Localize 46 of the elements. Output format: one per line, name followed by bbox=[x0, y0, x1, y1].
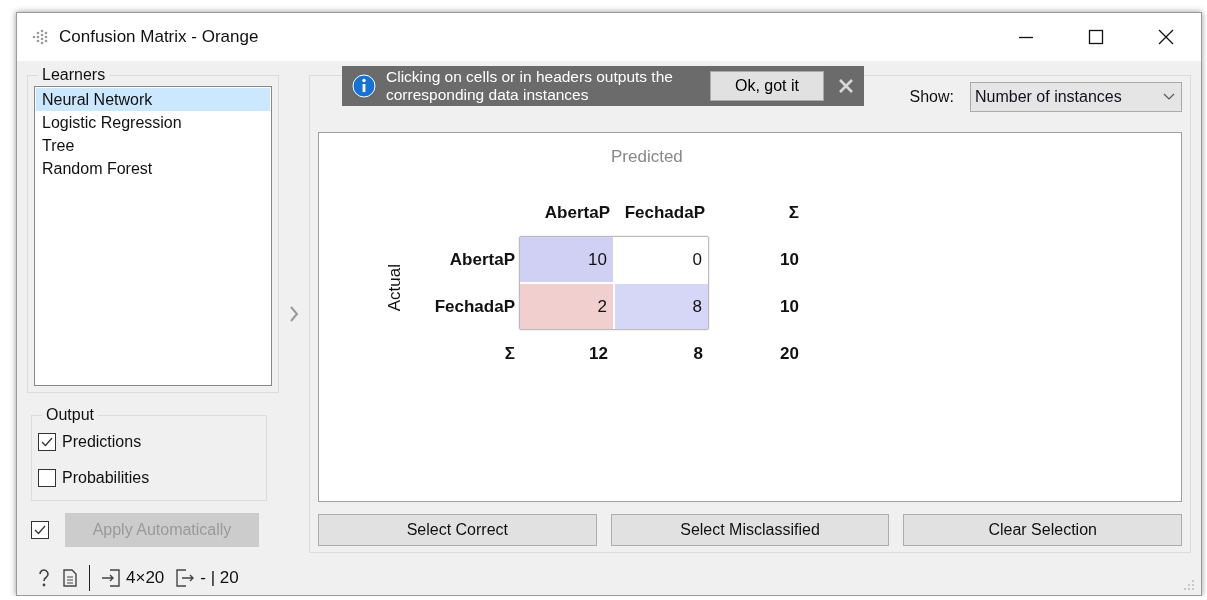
dismiss-button[interactable]: Ok, got it bbox=[710, 71, 824, 101]
column-header[interactable]: AbertaP bbox=[519, 202, 614, 223]
output-icon bbox=[176, 569, 195, 587]
list-item[interactable]: Neural Network bbox=[36, 88, 270, 111]
resize-grip-icon[interactable] bbox=[1183, 579, 1195, 591]
sum-header: Σ bbox=[787, 202, 799, 223]
show-dropdown[interactable]: Number of instances bbox=[970, 82, 1182, 112]
axis-label: Predicted bbox=[611, 147, 683, 167]
group-title: Output bbox=[42, 406, 99, 424]
chevron-down-icon bbox=[1163, 93, 1175, 101]
notification-text: Clicking on cells or in headers outputs the corresponding data instances bbox=[386, 68, 674, 104]
list-item[interactable]: Random Forest bbox=[36, 157, 270, 180]
sum-label: Σ bbox=[503, 343, 516, 364]
matrix-cell[interactable]: 8 bbox=[615, 284, 708, 329]
info-icon bbox=[352, 74, 376, 98]
matrix-cell[interactable]: 2 bbox=[520, 284, 613, 329]
row-header[interactable]: FechadaP bbox=[419, 296, 519, 317]
show-label: Show: bbox=[909, 88, 954, 106]
help-icon[interactable] bbox=[37, 568, 51, 588]
input-icon bbox=[102, 569, 120, 587]
input-summary: 4×20 bbox=[126, 568, 165, 588]
action-button[interactable]: Select Misclassified bbox=[610, 514, 890, 546]
checkbox-label: Probabilities bbox=[62, 469, 150, 487]
action-button[interactable]: Clear Selection bbox=[903, 514, 1182, 546]
column-total: 20 bbox=[779, 343, 799, 364]
axis-label: Actual bbox=[385, 264, 405, 312]
list-item[interactable]: Logistic Regression bbox=[36, 111, 270, 134]
output-summary: - | 20 bbox=[200, 568, 239, 588]
document-icon[interactable] bbox=[63, 569, 77, 587]
checkbox-label: Predictions bbox=[62, 433, 142, 451]
maximize-icon[interactable] bbox=[1088, 29, 1104, 45]
column-header[interactable]: FechadaP bbox=[614, 202, 709, 223]
list-item[interactable]: Tree bbox=[36, 134, 270, 157]
dropdown-value: Number of instances bbox=[975, 88, 1122, 106]
close-icon[interactable] bbox=[1158, 29, 1174, 45]
row-total: 10 bbox=[779, 249, 799, 270]
window-title: Confusion Matrix - Orange bbox=[59, 27, 260, 47]
row-header[interactable]: AbertaP bbox=[419, 249, 519, 270]
row-total: 10 bbox=[779, 296, 799, 317]
checkbox[interactable] bbox=[38, 469, 56, 487]
action-button[interactable]: Select Correct bbox=[318, 514, 597, 546]
column-total: 12 bbox=[588, 343, 609, 364]
matrix-cell[interactable]: 10 bbox=[520, 237, 613, 282]
column-total: 8 bbox=[692, 343, 704, 364]
app-icon bbox=[31, 29, 49, 45]
checkbox[interactable] bbox=[38, 433, 56, 451]
